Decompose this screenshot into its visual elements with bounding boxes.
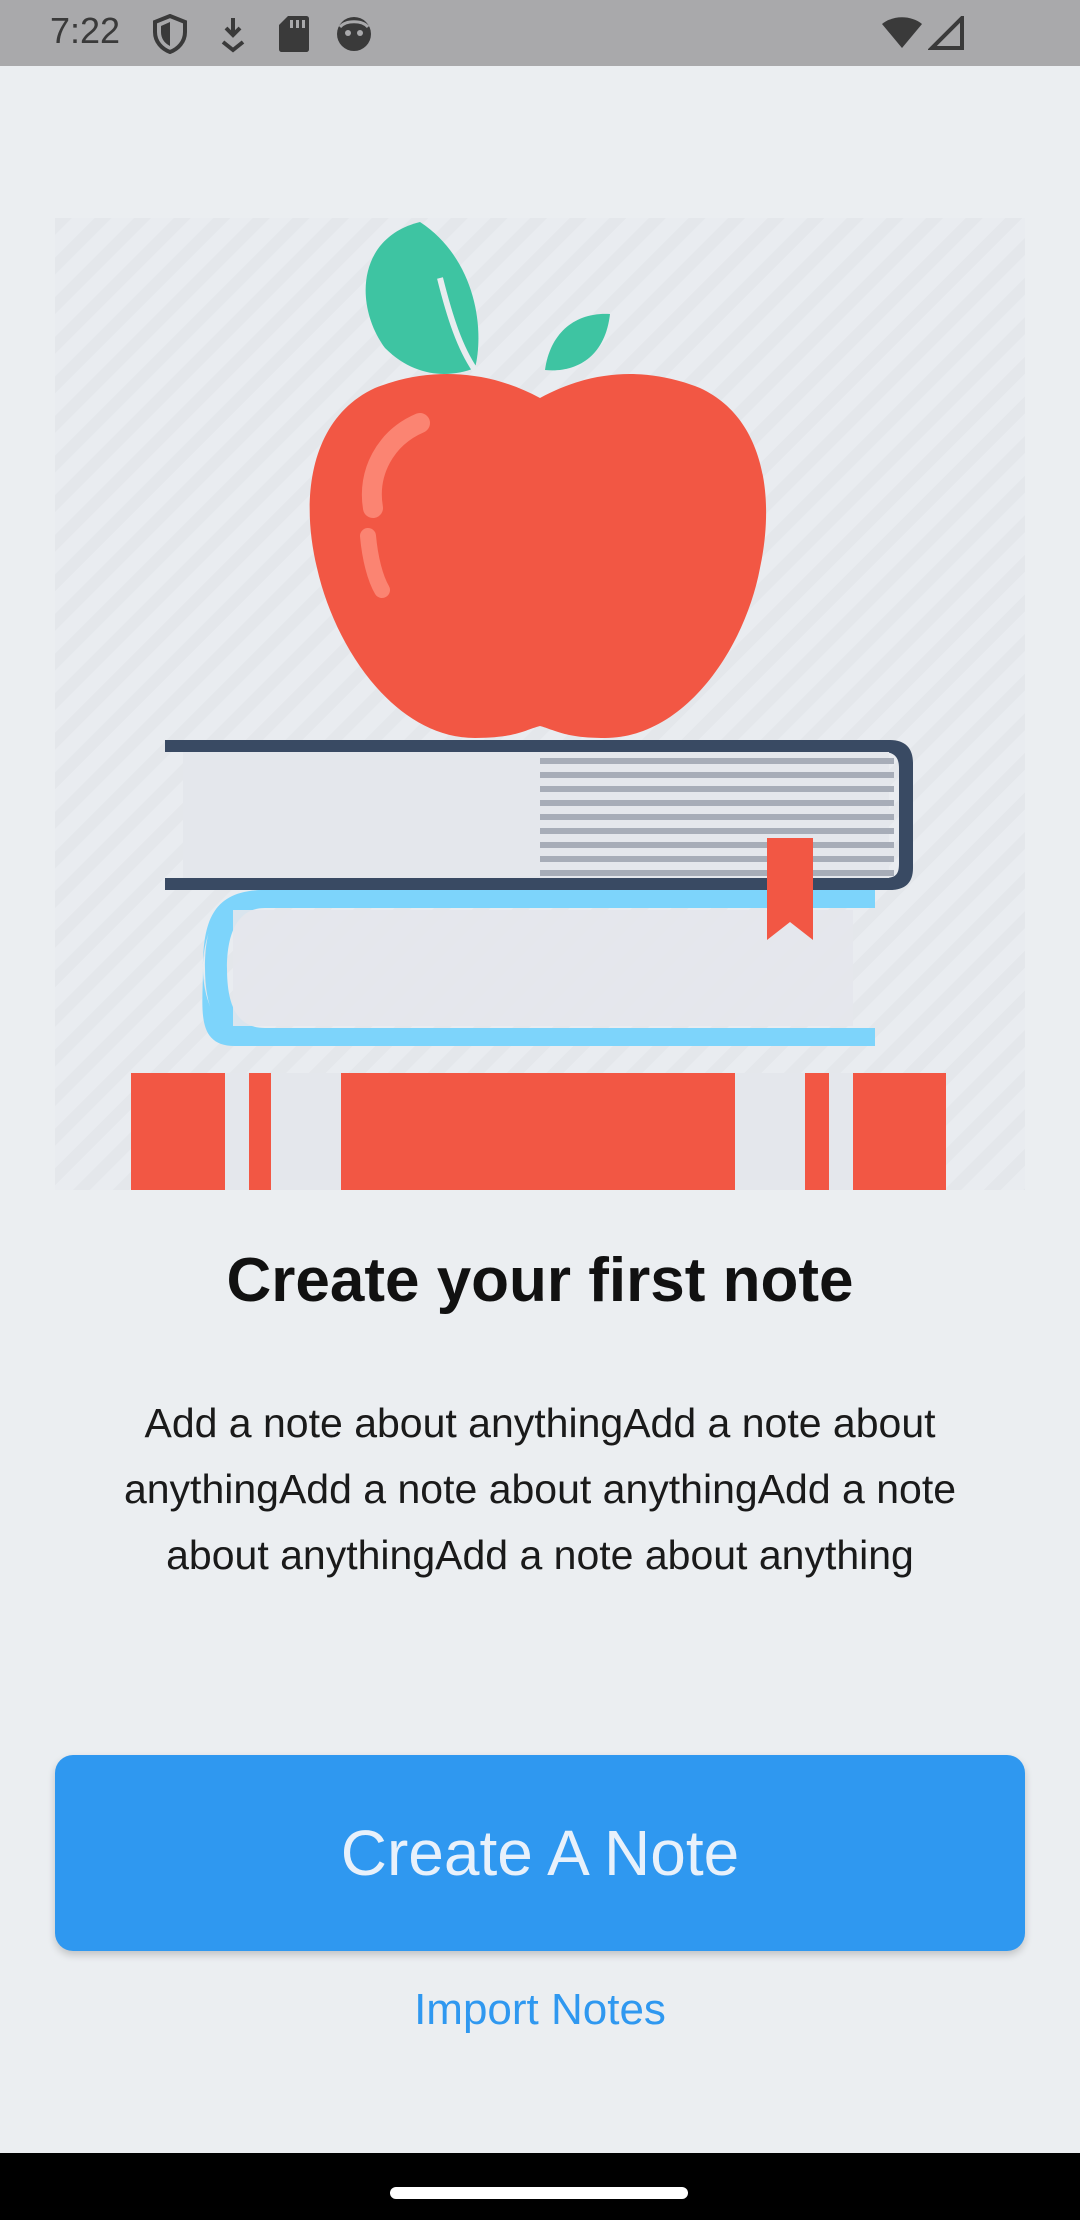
wifi-icon — [880, 16, 924, 55]
empty-state-title: Create your first note — [226, 1246, 854, 1315]
import-notes-button[interactable]: Import Notes — [0, 1985, 1080, 2035]
book-page-lines — [540, 758, 894, 876]
empty-state-description: Add a note about anythingAdd a note abou… — [123, 1400, 957, 1578]
create-note-button[interactable]: Create A Note — [55, 1755, 1025, 1951]
empty-state-illustration — [55, 218, 1025, 1190]
shield-icon — [152, 13, 188, 59]
face-icon — [334, 14, 374, 59]
cell-signal-icon — [927, 13, 964, 55]
status-bar: 7:22 — [0, 0, 1080, 66]
download-icon — [218, 14, 248, 59]
home-gesture-handle[interactable] — [390, 2187, 688, 2199]
sd-card-icon — [278, 14, 310, 59]
apple-on-books-icon — [55, 218, 1025, 1190]
status-time: 7:22 — [50, 10, 121, 51]
screen: 7:22 Create your first note Add a note a… — [0, 0, 1080, 2220]
navigation-bar — [0, 2153, 1080, 2220]
